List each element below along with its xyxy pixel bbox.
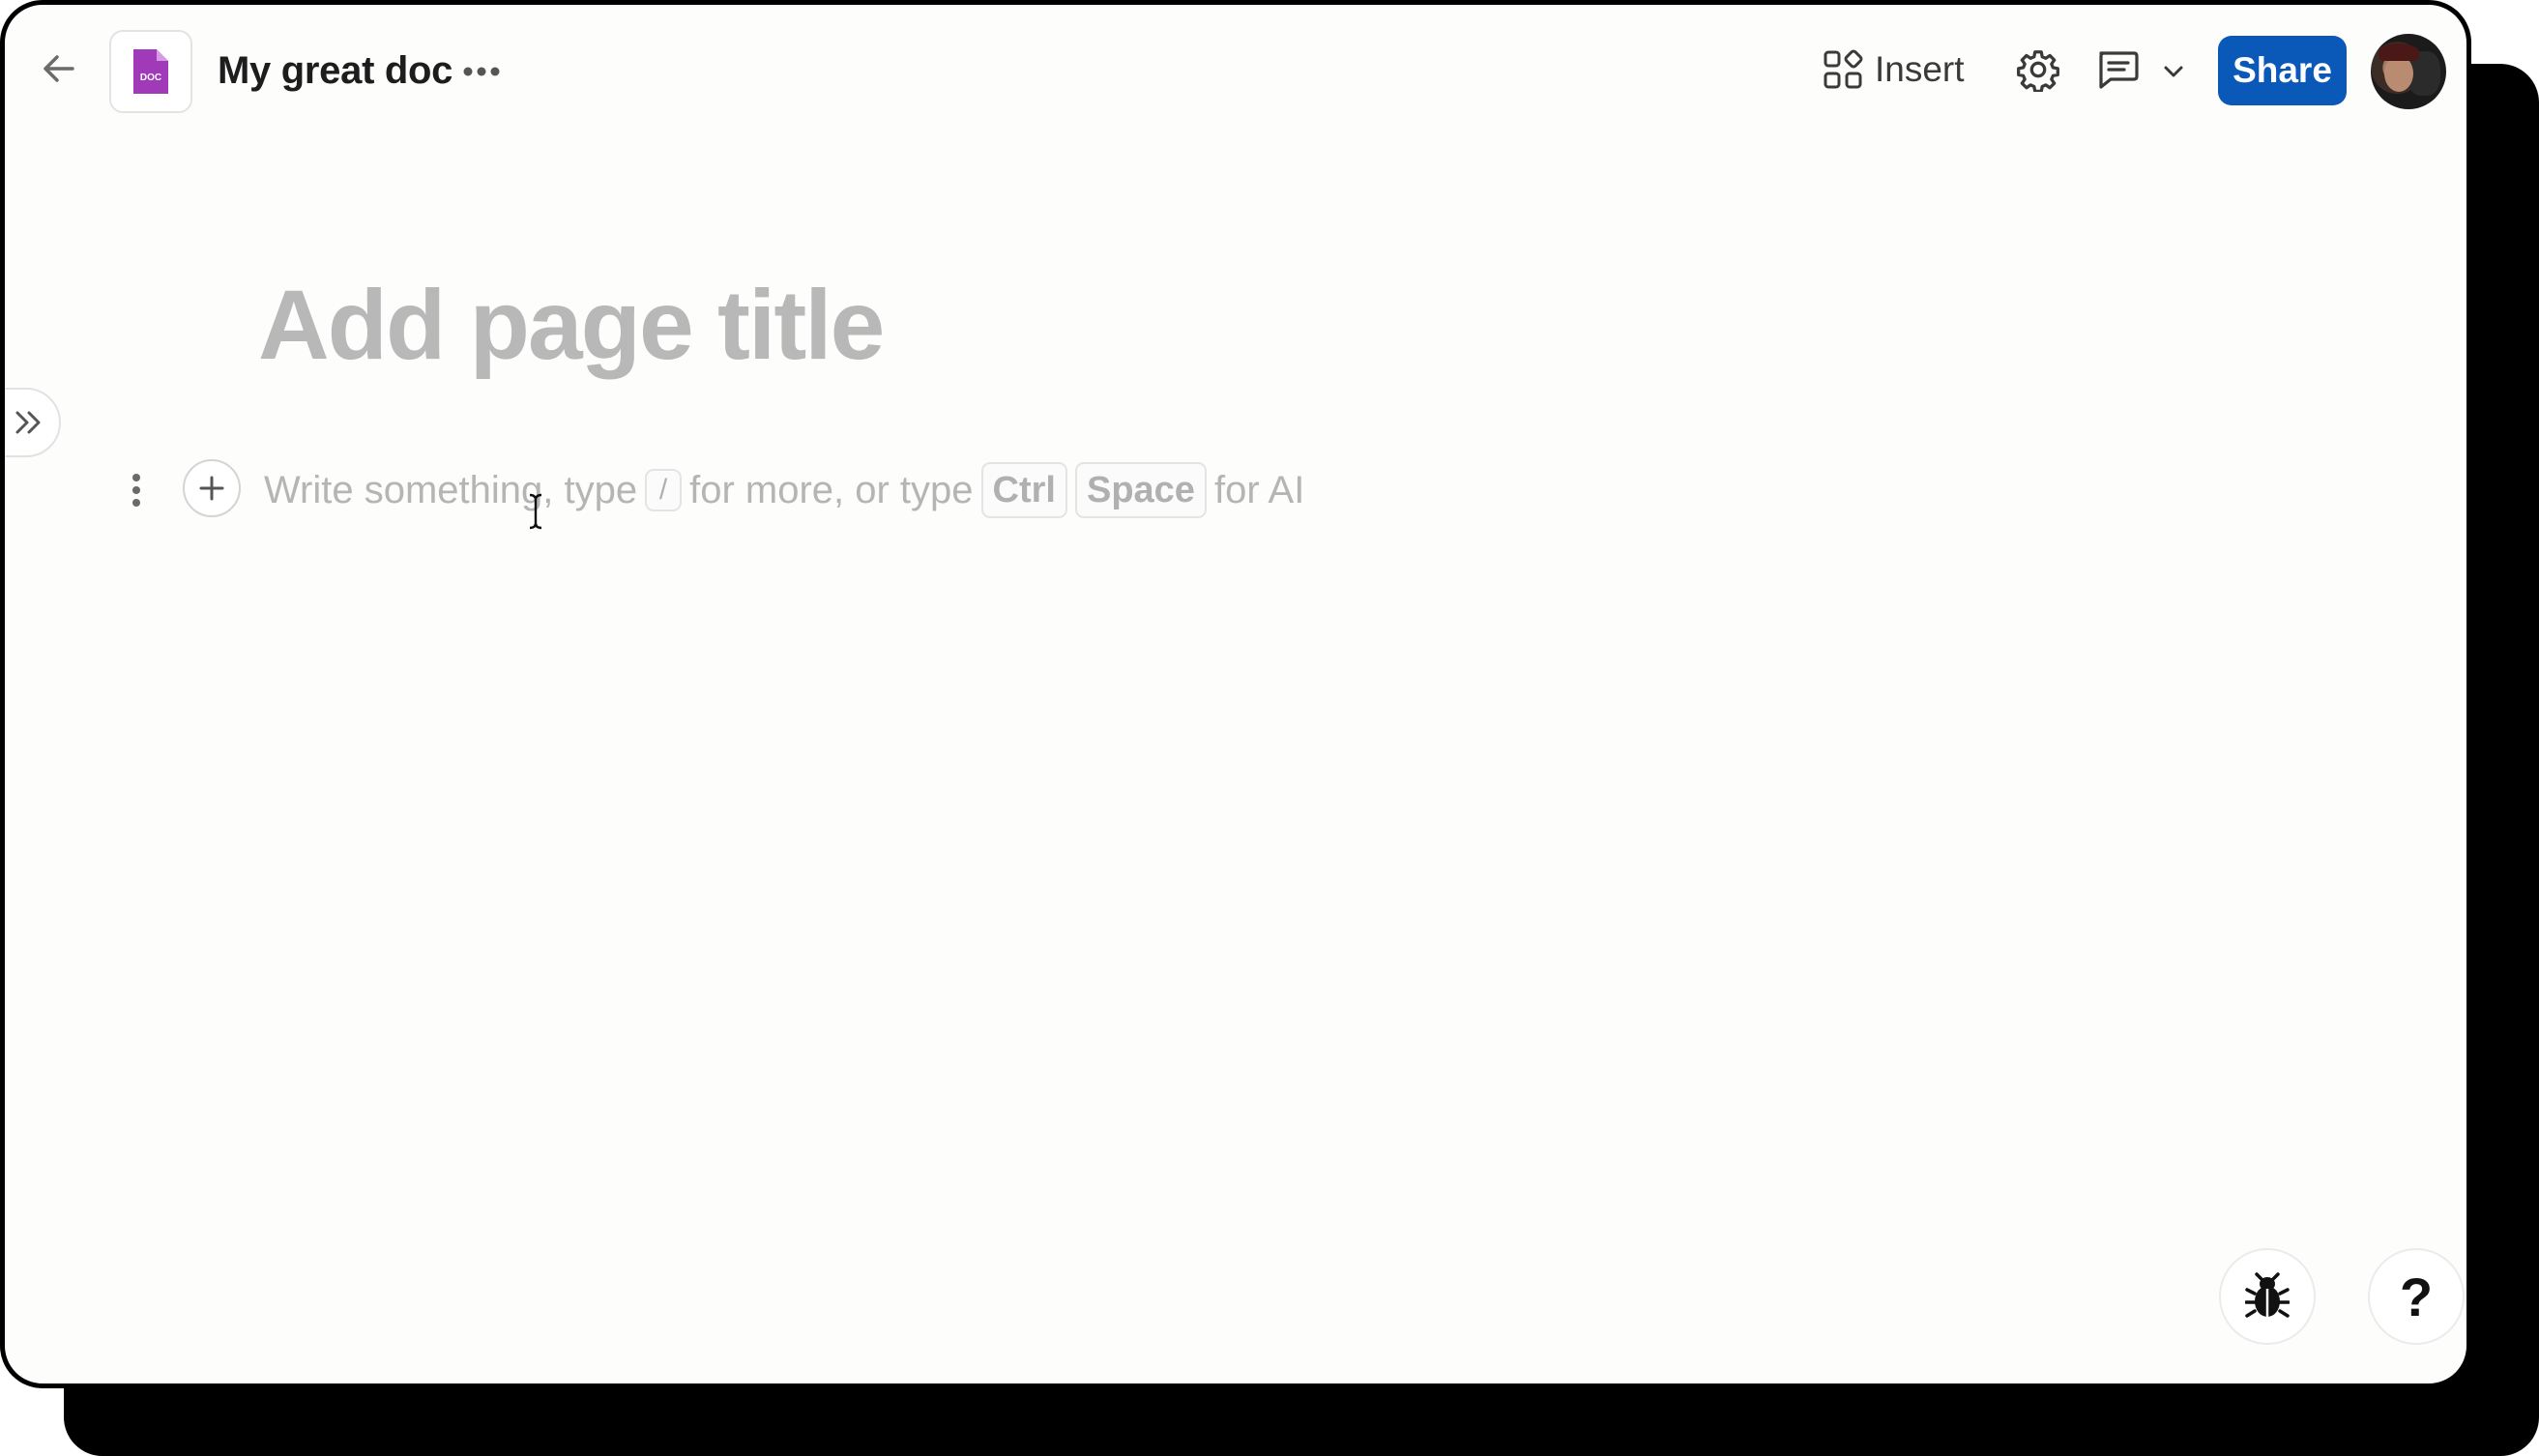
sidebar-toggle-button[interactable]	[5, 388, 61, 457]
doc-title[interactable]: My great doc	[218, 44, 452, 98]
gear-icon	[2017, 50, 2059, 92]
insert-label: Insert	[1875, 49, 1965, 89]
help-button[interactable]: ?	[2368, 1248, 2465, 1345]
back-button[interactable]	[34, 44, 84, 94]
report-bug-button[interactable]	[2219, 1248, 2316, 1345]
user-avatar[interactable]	[2371, 34, 2446, 109]
block-drag-handle[interactable]	[119, 465, 154, 515]
slash-key-hint: /	[645, 469, 683, 511]
editor-block-input[interactable]: Write something, type / for more, or typ…	[264, 459, 1304, 521]
grid-plus-icon	[1824, 49, 1863, 89]
settings-button[interactable]	[2012, 44, 2064, 96]
bug-icon	[2245, 1272, 2290, 1318]
screen: DOC My great doc Insert Share Add page t…	[0, 0, 2539, 1456]
comment-icon	[2099, 51, 2139, 89]
doc-icon-label: DOC	[140, 73, 161, 83]
plus-icon	[199, 476, 224, 501]
doc-options-button[interactable]	[457, 47, 506, 96]
space-key-hint: Space	[1074, 462, 1207, 518]
page-title-input[interactable]: Add page title	[258, 262, 885, 388]
text-cursor-icon	[529, 493, 542, 530]
doc-icon-button[interactable]: DOC	[109, 30, 192, 113]
comments-dropdown-button[interactable]	[2157, 55, 2190, 88]
top-bar: DOC My great doc Insert Share	[5, 5, 2466, 140]
add-block-button[interactable]	[183, 459, 241, 517]
ellipsis-icon	[463, 67, 500, 76]
placeholder-text-1: Write something, type	[264, 468, 638, 511]
comments-button[interactable]	[2089, 44, 2145, 96]
chevron-down-icon	[2164, 66, 2183, 77]
arrow-left-icon	[44, 55, 74, 82]
insert-button[interactable]: Insert	[1823, 38, 1965, 102]
doc-file-icon: DOC	[133, 49, 168, 94]
placeholder-text-2: for more, or type	[689, 468, 974, 511]
share-button[interactable]: Share	[2218, 36, 2347, 105]
ctrl-key-hint: Ctrl	[980, 462, 1067, 518]
placeholder-text-3: for AI	[1213, 468, 1305, 511]
double-chevron-right-icon	[15, 411, 41, 434]
vertical-dots-icon	[132, 474, 140, 507]
app-window: DOC My great doc Insert Share Add page t…	[0, 0, 2471, 1388]
